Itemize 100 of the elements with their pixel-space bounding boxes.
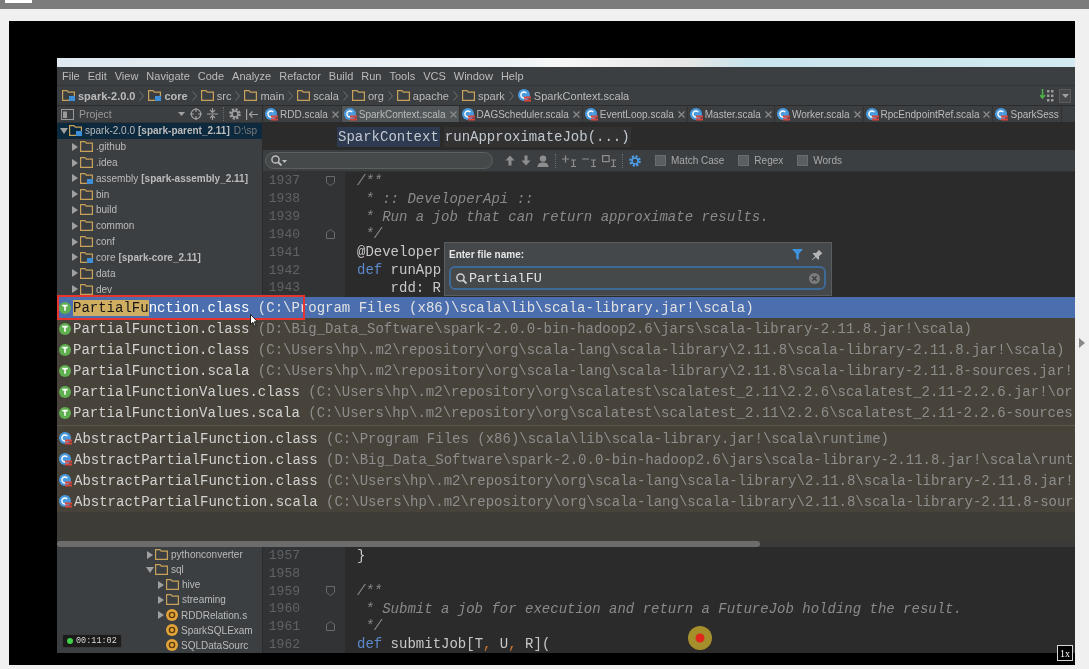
menu-item[interactable]: File bbox=[58, 69, 84, 83]
result-row[interactable]: PartialFunction.class (D:\Big_Data_Software\spark-2.0.0-bin-hadoop2.6\jars\scala-library-2.11.8.jar!\scala) bbox=[57, 318, 1075, 339]
checkbox-option[interactable]: Match Case bbox=[655, 155, 725, 166]
caret-right-icon[interactable] bbox=[71, 237, 78, 246]
fold-marker-icon[interactable] bbox=[326, 621, 335, 632]
tree-item[interactable]: core [spark-core_2.11] bbox=[57, 249, 262, 266]
breadcrumb-item[interactable]: apache bbox=[396, 89, 449, 102]
hide-panel-icon[interactable] bbox=[246, 108, 258, 120]
editor-tab[interactable]: Worker.scala bbox=[774, 106, 864, 122]
caret-right-icon[interactable] bbox=[157, 611, 164, 620]
tree-item[interactable]: common bbox=[57, 217, 262, 234]
menu-item[interactable]: Window bbox=[449, 69, 497, 83]
menu-item[interactable]: View bbox=[110, 69, 143, 83]
menu-item[interactable]: Help bbox=[496, 69, 528, 83]
tree-item[interactable]: conf bbox=[57, 233, 262, 250]
menu-item[interactable]: Navigate bbox=[142, 69, 194, 83]
clear-icon[interactable] bbox=[809, 272, 820, 284]
target-icon[interactable] bbox=[190, 108, 202, 120]
tree-item[interactable]: hive bbox=[156, 577, 201, 593]
close-icon[interactable] bbox=[983, 110, 991, 118]
close-icon[interactable] bbox=[331, 110, 339, 118]
editor-tab[interactable]: RpcEndpointRef.scala bbox=[863, 106, 994, 122]
fold-marker-icon[interactable] bbox=[326, 229, 335, 240]
caret-right-icon[interactable] bbox=[157, 595, 164, 604]
checkbox-option[interactable]: Words bbox=[797, 155, 842, 166]
breadcrumb-item[interactable]: scala bbox=[297, 89, 339, 102]
dropdown-button[interactable] bbox=[1059, 88, 1071, 103]
breadcrumb-item[interactable]: spark-2.0.0 bbox=[62, 89, 136, 102]
result-row[interactable]: PartialFunctionValues.scala (C:\Users\hp\.m2\repository\org\scalatest\scalatest_2.11\2.2.6\scalatest_2.11-2.2.6-sources bbox=[57, 402, 1075, 423]
breadcrumb-item[interactable]: spark bbox=[461, 89, 505, 102]
scrollbar-thumb[interactable] bbox=[57, 541, 760, 547]
result-row[interactable]: PartialFunctionValues.class (C:\Users\hp\.m2\repository\org\scalatest\scalatest_2.11\2.2.6\scalatest_2.11-2.2.6.jar!\or bbox=[57, 381, 1075, 402]
checkbox-option[interactable]: Regex bbox=[738, 155, 784, 166]
result-row[interactable]: AbstractPartialFunction.class (D:\Big_Data_Software\spark-2.0.0-bin-hadoop2.6\jars\scala-library-2.11.8.jar!\scala\runt bbox=[57, 449, 1075, 470]
result-row[interactable]: PartialFunction.class (C:\Users\hp\.m2\repository\org\scala-lang\scala-library\2.11.8\scala-library-2.11.8.jar!\scala) bbox=[57, 339, 1075, 360]
breadcrumb-item[interactable]: src bbox=[200, 89, 232, 102]
menu-item[interactable]: Run bbox=[357, 69, 386, 83]
tree-item[interactable]: dev bbox=[57, 281, 262, 297]
checkbox[interactable] bbox=[655, 155, 666, 166]
menu-item[interactable]: Tools bbox=[385, 69, 420, 83]
caret-right-icon[interactable] bbox=[71, 285, 78, 294]
code-breadcrumb[interactable]: SparkContext bbox=[337, 126, 440, 147]
close-icon[interactable] bbox=[853, 110, 861, 118]
caret-right-icon[interactable] bbox=[71, 269, 78, 278]
person-icon[interactable] bbox=[537, 154, 549, 167]
breadcrumb-item[interactable]: main bbox=[244, 89, 285, 102]
checkbox[interactable] bbox=[797, 155, 809, 166]
arrow-down-icon[interactable] bbox=[521, 155, 531, 166]
gear-icon[interactable] bbox=[229, 108, 241, 120]
breadcrumb-item[interactable]: core bbox=[148, 89, 188, 102]
tree-item[interactable]: data bbox=[57, 265, 262, 282]
close-icon[interactable] bbox=[572, 110, 580, 118]
code-breadcrumb[interactable]: runApproximateJob(...) bbox=[443, 126, 631, 147]
caret-down-icon[interactable] bbox=[145, 566, 154, 573]
editor-tab[interactable]: EventLoop.scala bbox=[582, 106, 688, 122]
result-row[interactable]: PartialFunction.scala (C:\Users\hp\.m2\repository\org\scala-lang\scala-library\2.11.8\scala-library-2.11.8-sources.jar! bbox=[57, 360, 1075, 381]
horizontal-scrollbar[interactable] bbox=[57, 541, 1075, 547]
caret-right-icon[interactable] bbox=[71, 221, 78, 230]
breadcrumb-item[interactable]: SparkContext.scala bbox=[517, 89, 630, 102]
caret-right-icon[interactable] bbox=[146, 550, 153, 559]
tree-item[interactable]: pythonconverter bbox=[145, 547, 243, 563]
tree-item[interactable]: streaming bbox=[156, 592, 226, 608]
result-row[interactable]: AbstractPartialFunction.scala (C:\Users\hp\.m2\repository\org\scala-lang\scala-library\2.11.8\scala-library-2.11.8-sour bbox=[57, 491, 1075, 512]
caret-down-icon[interactable] bbox=[59, 127, 68, 134]
fold-marker-icon[interactable] bbox=[326, 175, 335, 186]
tree-item[interactable]: .github bbox=[57, 138, 262, 155]
caret-right-icon[interactable] bbox=[157, 580, 164, 589]
menu-item[interactable]: Analyze bbox=[228, 69, 276, 83]
tree-item[interactable]: build bbox=[57, 202, 262, 218]
add-icon[interactable] bbox=[562, 154, 576, 167]
tree-item[interactable]: RDDRelation.s bbox=[156, 607, 248, 623]
editor-tab[interactable]: SparkContext.scala bbox=[341, 106, 460, 122]
filter-icon[interactable] bbox=[792, 249, 803, 260]
close-icon[interactable] bbox=[764, 110, 772, 118]
caret-right-icon[interactable] bbox=[71, 190, 78, 199]
caret-right-icon[interactable] bbox=[71, 158, 78, 167]
caret-right-icon[interactable] bbox=[71, 205, 78, 214]
caret-right-icon[interactable] bbox=[71, 142, 78, 151]
playback-speed-button[interactable]: 1x bbox=[1057, 645, 1073, 661]
menu-item[interactable]: Edit bbox=[83, 69, 111, 83]
download-icon[interactable] bbox=[1040, 89, 1054, 102]
result-row[interactable]: AbstractPartialFunction.class (C:\Users\hp\.m2\repository\org\scala-lang\scala-library\2.11.8\scala-library-2.11.8.jar! bbox=[57, 470, 1075, 491]
tree-item[interactable]: .idea bbox=[57, 154, 262, 171]
menu-item[interactable]: Build bbox=[324, 69, 358, 83]
file-name-field[interactable]: PartialFU bbox=[449, 266, 826, 290]
caret-right-icon[interactable] bbox=[1079, 338, 1085, 348]
panel-title[interactable]: Project bbox=[79, 108, 112, 120]
editor-tab[interactable]: Master.scala bbox=[687, 106, 775, 122]
caret-right-icon[interactable] bbox=[71, 174, 78, 183]
collapse-all-icon[interactable] bbox=[207, 108, 218, 120]
checkbox[interactable] bbox=[738, 155, 750, 166]
menu-item[interactable]: Refactor bbox=[275, 69, 325, 83]
caret-right-icon[interactable] bbox=[71, 253, 78, 262]
select-all-icon[interactable] bbox=[602, 154, 616, 167]
search-field[interactable] bbox=[265, 152, 493, 169]
editor-tab[interactable]: SparkSess bbox=[993, 106, 1062, 122]
tree-item[interactable]: spark-2.0.0 [spark-parent_2.11] D:\sp bbox=[57, 123, 262, 139]
settings-icon[interactable] bbox=[629, 154, 641, 167]
tree-item[interactable]: sql bbox=[145, 562, 184, 578]
menu-item[interactable]: Code bbox=[193, 69, 229, 83]
